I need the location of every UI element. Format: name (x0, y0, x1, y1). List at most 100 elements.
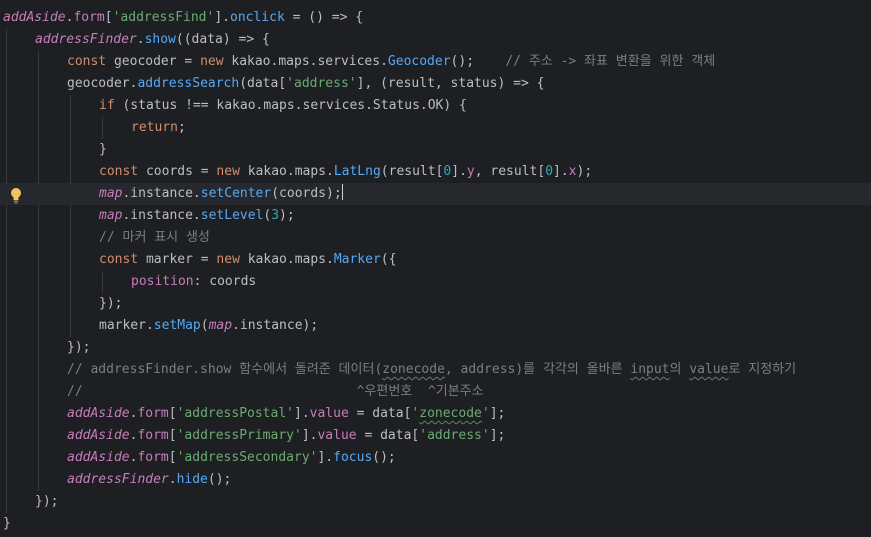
code-token: .instance. (122, 186, 201, 201)
code-line[interactable]: map.instance.setCenter(coords); (0, 183, 871, 205)
code-line[interactable]: // addressFinder.show 함수에서 돌려준 데이터(zonec… (0, 359, 871, 381)
code-text: return; (131, 117, 186, 139)
code-token: addAside (67, 406, 130, 421)
code-token: // 마커 표시 생성 (99, 230, 210, 245)
code-line[interactable]: addAside.form['addressPostal'].value = d… (0, 403, 871, 425)
code-token: kakao.maps. (239, 164, 334, 179)
code-line[interactable]: // 마커 표시 생성 (0, 227, 871, 249)
code-token: marker. (99, 318, 154, 333)
code-token: const (67, 54, 107, 69)
code-token: [ (168, 428, 177, 443)
code-line[interactable]: addAside.form['addressFind'].onclick = (… (0, 7, 871, 29)
code-token: map (99, 208, 123, 223)
code-token: ' (481, 406, 490, 421)
code-token: = () => { (284, 10, 364, 25)
code-token: const (99, 164, 139, 179)
code-token: form (73, 10, 105, 25)
code-token: = data[ (356, 428, 420, 443)
code-token: (data[ (239, 76, 287, 91)
code-line[interactable]: addressFinder.show((data) => { (0, 29, 871, 51)
code-line[interactable]: }); (0, 491, 871, 513)
lightbulb-icon[interactable] (9, 187, 23, 205)
code-line[interactable]: if (status !== kakao.maps.services.Statu… (0, 95, 871, 117)
code-token: [ (168, 450, 177, 465)
code-token: return (131, 120, 178, 135)
code-token: Geocoder (387, 54, 451, 69)
code-token: ); (279, 208, 295, 223)
code-token: }); (99, 296, 123, 311)
code-token: ( (200, 318, 209, 333)
code-line[interactable]: marker.setMap(map.instance); (0, 315, 871, 337)
code-token: value (309, 406, 349, 421)
code-text: }); (35, 491, 58, 513)
code-token: 로 지정하기 (728, 362, 797, 377)
code-token: 'addressPrimary' (176, 428, 302, 443)
code-token: 3 (271, 208, 280, 223)
code-token: geocoder = (106, 54, 201, 69)
code-token: ], (result, status) => { (356, 76, 545, 91)
code-token: ]; (489, 406, 506, 421)
code-token: }); (35, 494, 59, 509)
code-token: } (99, 142, 107, 157)
code-token: LatLng (333, 164, 381, 179)
code-text: const coords = new kakao.maps.LatLng(res… (99, 161, 592, 183)
code-text: if (status !== kakao.maps.services.Statu… (99, 95, 467, 117)
code-token: ]. (214, 10, 230, 25)
code-token: addressFinder (67, 472, 169, 487)
code-line[interactable]: position: coords (0, 271, 871, 293)
code-line[interactable]: addAside.form['addressPrimary'].value = … (0, 425, 871, 447)
code-line[interactable]: }); (0, 337, 871, 359)
code-text: map.instance.setCenter(coords); (99, 183, 343, 205)
code-text: } (3, 513, 11, 535)
code-line[interactable]: const geocoder = new kakao.maps.services… (0, 51, 871, 73)
code-token: y (466, 164, 475, 179)
code-line[interactable]: map.instance.setLevel(3); (0, 205, 871, 227)
code-line[interactable]: // ^우편번호 ^기본주소 (0, 381, 871, 403)
code-token: form (137, 450, 169, 465)
code-token: position (131, 274, 194, 289)
code-text: position: coords (131, 271, 256, 293)
code-token: geocoder. (67, 76, 138, 91)
code-token: , address)를 각각의 올바른 (444, 362, 631, 377)
code-token: 'addressPostal' (176, 406, 294, 421)
code-text: const geocoder = new kakao.maps.services… (67, 51, 715, 73)
code-token: hide (176, 472, 208, 487)
code-text: addAside.form['addressPrimary'].value = … (67, 425, 505, 447)
code-line[interactable]: const marker = new kakao.maps.Marker({ (0, 249, 871, 271)
code-token: marker = (138, 252, 217, 267)
code-token: const (99, 252, 139, 267)
code-token: map (99, 186, 123, 201)
code-token: 'address' (419, 428, 490, 443)
code-text: addAside.form['addressPostal'].value = d… (67, 403, 505, 425)
code-token: (); (450, 54, 506, 69)
code-text: // ^우편번호 ^기본주소 (67, 381, 484, 403)
code-token: setLevel (200, 208, 264, 223)
code-token: ((data) => { (175, 32, 270, 47)
code-text: addressFinder.hide(); (67, 469, 231, 491)
code-token: }); (67, 340, 91, 355)
code-token: 'addressSecondary' (176, 450, 318, 465)
code-line[interactable]: } (0, 139, 871, 161)
code-token: // 주소 -> 좌표 변환을 위한 객체 (505, 54, 716, 69)
code-line[interactable]: addAside.form['addressSecondary'].focus(… (0, 447, 871, 469)
code-line[interactable]: }); (0, 293, 871, 315)
code-token: addAside (3, 10, 66, 25)
code-line[interactable]: geocoder.addressSearch(data['address'], … (0, 73, 871, 95)
code-text: const marker = new kakao.maps.Marker({ (99, 249, 396, 271)
code-token: value (317, 428, 357, 443)
code-text: // addressFinder.show 함수에서 돌려준 데이터(zonec… (67, 359, 796, 381)
code-token: ]. (317, 450, 334, 465)
code-line[interactable]: } (0, 513, 871, 535)
code-token: new (216, 164, 240, 179)
code-token: addAside (67, 450, 130, 465)
code-editor[interactable]: addAside.form['addressFind'].onclick = (… (0, 0, 871, 537)
code-line[interactable]: addressFinder.hide(); (0, 469, 871, 491)
code-text: map.instance.setLevel(3); (99, 205, 295, 227)
code-token: new (216, 252, 240, 267)
code-line[interactable]: const coords = new kakao.maps.LatLng(res… (0, 161, 871, 183)
code-token: new (200, 54, 224, 69)
code-token: , result[ (474, 164, 546, 179)
code-line[interactable]: return; (0, 117, 871, 139)
code-token: ; (177, 120, 186, 135)
code-token: . (136, 32, 145, 47)
